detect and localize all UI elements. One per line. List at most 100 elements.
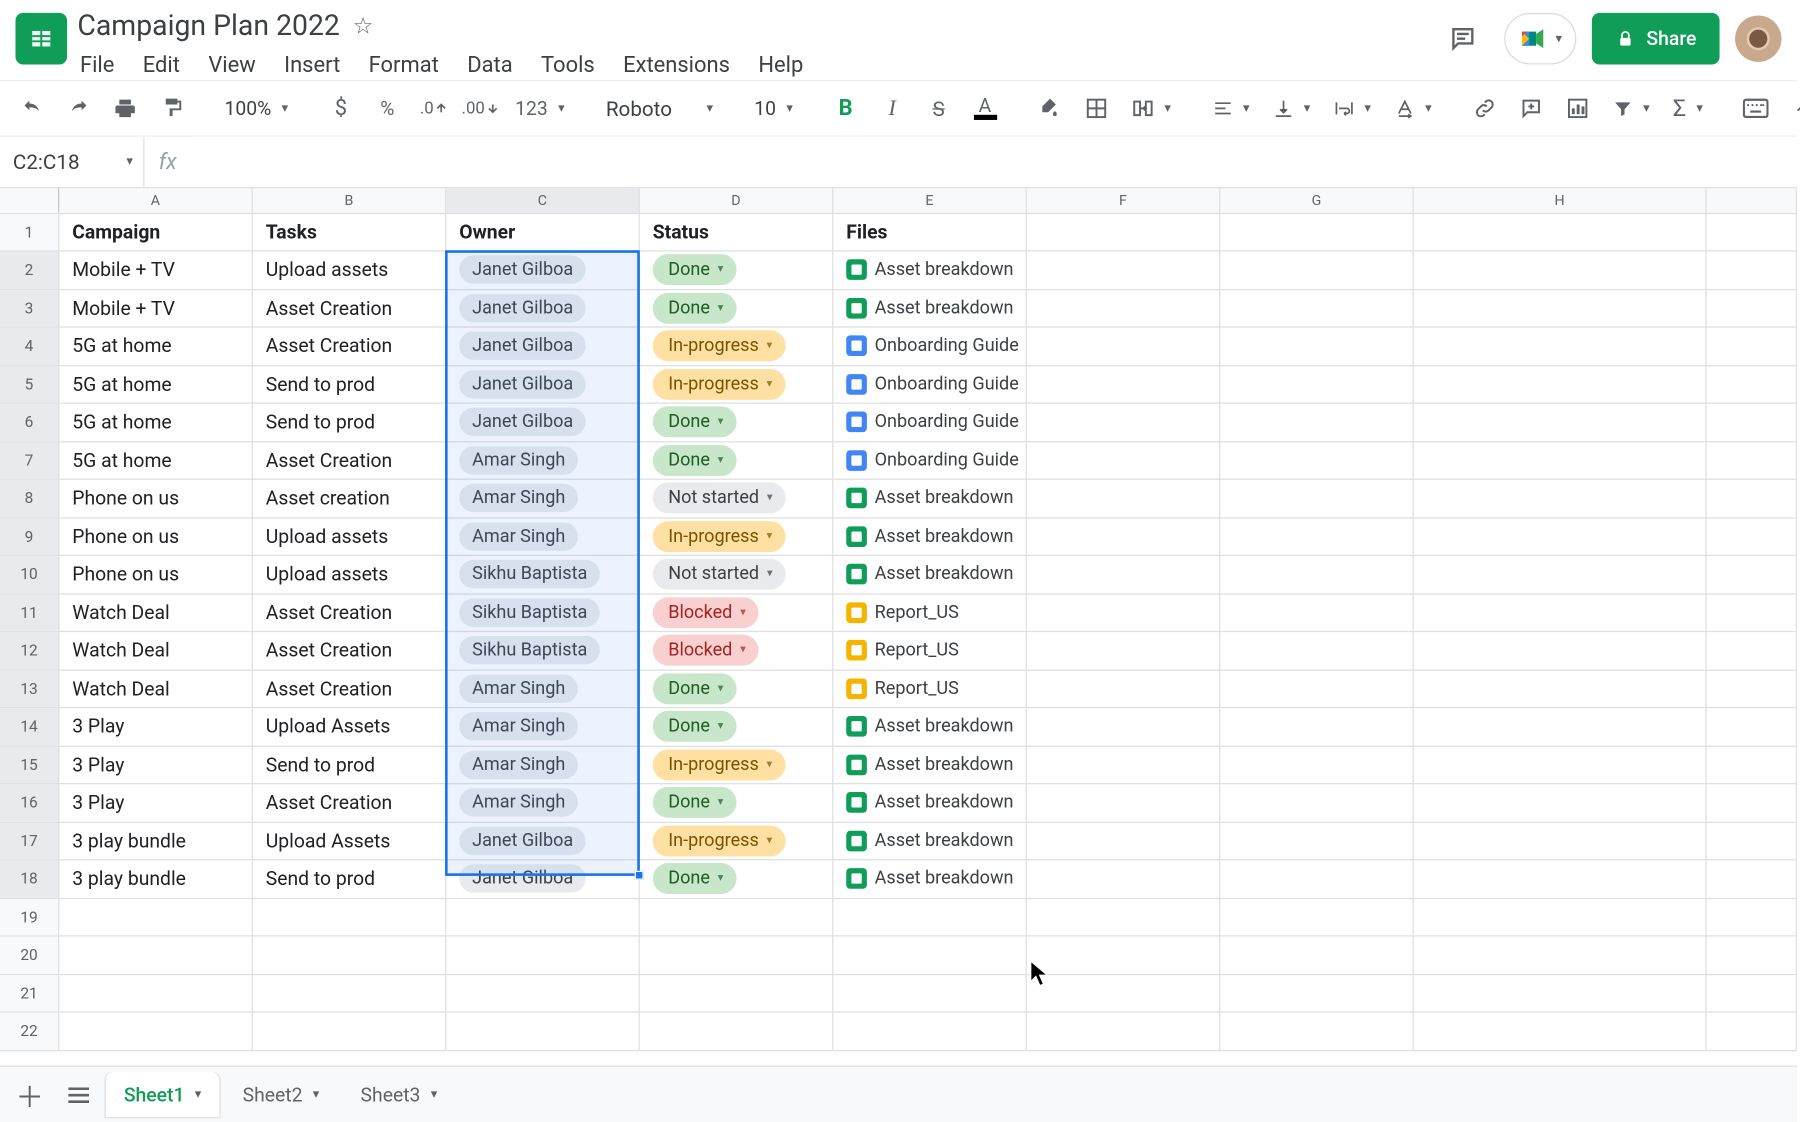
cell-empty[interactable]: [1220, 556, 1414, 593]
cell-campaign[interactable]: 3 Play: [59, 784, 253, 821]
cell-empty[interactable]: [1220, 937, 1414, 974]
format-number-dropdown[interactable]: 123▾: [505, 89, 575, 128]
cell-owner[interactable]: Amar Singh: [446, 518, 639, 555]
cell-owner[interactable]: Amar Singh: [446, 480, 639, 517]
cell-campaign[interactable]: 3 play bundle: [59, 860, 253, 897]
row-header[interactable]: 14: [0, 708, 59, 745]
cell-empty[interactable]: [446, 937, 639, 974]
cell-empty[interactable]: [1220, 898, 1414, 935]
cell-empty[interactable]: [1220, 290, 1414, 327]
header-cell[interactable]: [1027, 214, 1221, 250]
cell-empty[interactable]: [1707, 328, 1797, 365]
keyboard-button[interactable]: [1734, 89, 1778, 128]
status-chip[interactable]: Blocked▾: [653, 597, 759, 628]
cell-empty[interactable]: [1707, 442, 1797, 479]
cell-owner[interactable]: Amar Singh: [446, 708, 639, 745]
paint-format-button[interactable]: [150, 89, 194, 128]
cell-tasks[interactable]: Asset Creation: [253, 784, 447, 821]
cell-tasks[interactable]: Upload assets: [253, 252, 447, 289]
filter-button[interactable]: ▾: [1602, 89, 1660, 128]
col-header-C[interactable]: C: [446, 188, 639, 213]
cell-campaign[interactable]: Watch Deal: [59, 594, 253, 631]
cell-empty[interactable]: [1414, 442, 1707, 479]
cell-empty[interactable]: [1220, 404, 1414, 441]
cell-empty[interactable]: [253, 1013, 447, 1050]
status-chip[interactable]: In-progress▾: [653, 369, 786, 400]
cell-files[interactable]: Onboarding Guide: [833, 366, 1027, 403]
cell-empty[interactable]: [1220, 746, 1414, 783]
cell-empty[interactable]: [640, 898, 834, 935]
decrease-decimal-button[interactable]: .0: [412, 89, 456, 128]
cell-files[interactable]: Asset breakdown: [833, 518, 1027, 555]
cell-owner[interactable]: Janet Gilboa: [446, 822, 639, 859]
cell-empty[interactable]: [1027, 518, 1221, 555]
cell-empty[interactable]: [1414, 670, 1707, 707]
row-header[interactable]: 16: [0, 784, 59, 821]
cell-status[interactable]: Done▾: [640, 784, 834, 821]
header-cell[interactable]: Owner: [446, 214, 639, 250]
name-box[interactable]: C2:C18 ▾: [0, 137, 144, 187]
cell-empty[interactable]: [1027, 670, 1221, 707]
cell-campaign[interactable]: Phone on us: [59, 480, 253, 517]
cell-empty[interactable]: [1220, 860, 1414, 897]
cell-empty[interactable]: [1414, 594, 1707, 631]
percent-button[interactable]: %: [365, 89, 409, 128]
formula-input[interactable]: [191, 137, 1797, 187]
cell-empty[interactable]: [1707, 632, 1797, 669]
cell-empty[interactable]: [1027, 632, 1221, 669]
owner-chip[interactable]: Janet Gilboa: [459, 256, 586, 284]
cell-tasks[interactable]: Send to prod: [253, 746, 447, 783]
select-all-corner[interactable]: [0, 188, 59, 213]
cell-tasks[interactable]: Upload assets: [253, 518, 447, 555]
cell-status[interactable]: Done▾: [640, 290, 834, 327]
cell-empty[interactable]: [446, 898, 639, 935]
cell-empty[interactable]: [1220, 1013, 1414, 1050]
fill-color-button[interactable]: [1028, 89, 1072, 128]
cell-empty[interactable]: [1414, 975, 1707, 1012]
cell-empty[interactable]: [1707, 366, 1797, 403]
cell-empty[interactable]: [1220, 252, 1414, 289]
row-header[interactable]: 22: [0, 1013, 59, 1050]
cell-empty[interactable]: [1707, 404, 1797, 441]
cell-empty[interactable]: [1707, 746, 1797, 783]
menu-view[interactable]: View: [195, 48, 268, 84]
owner-chip[interactable]: Sikhu Baptista: [459, 598, 600, 626]
cell-owner[interactable]: Sikhu Baptista: [446, 632, 639, 669]
owner-chip[interactable]: Janet Gilboa: [459, 370, 586, 398]
cell-empty[interactable]: [253, 898, 447, 935]
row-header[interactable]: 6: [0, 404, 59, 441]
cell-empty[interactable]: [1414, 404, 1707, 441]
status-chip[interactable]: Not started▾: [653, 483, 786, 514]
owner-chip[interactable]: Amar Singh: [459, 789, 578, 817]
owner-chip[interactable]: Janet Gilboa: [459, 865, 586, 893]
strikethrough-button[interactable]: S: [917, 89, 961, 128]
owner-chip[interactable]: Amar Singh: [459, 750, 578, 778]
cell-files[interactable]: Onboarding Guide: [833, 328, 1027, 365]
font-size-dropdown[interactable]: 10▾: [744, 89, 803, 128]
row-header[interactable]: 17: [0, 822, 59, 859]
file-chip[interactable]: Asset breakdown: [846, 298, 1013, 319]
owner-chip[interactable]: Amar Singh: [459, 674, 578, 702]
cell-campaign[interactable]: Watch Deal: [59, 632, 253, 669]
cell-tasks[interactable]: Send to prod: [253, 366, 447, 403]
file-chip[interactable]: Onboarding Guide: [846, 450, 1019, 471]
col-header-B[interactable]: B: [253, 188, 447, 213]
cell-empty[interactable]: [640, 937, 834, 974]
status-chip[interactable]: In-progress▾: [653, 825, 786, 856]
cell-tasks[interactable]: Asset Creation: [253, 594, 447, 631]
cell-empty[interactable]: [1220, 670, 1414, 707]
file-chip[interactable]: Asset breakdown: [846, 868, 1013, 889]
cell-empty[interactable]: [1027, 328, 1221, 365]
cell-empty[interactable]: [833, 975, 1027, 1012]
cell-empty[interactable]: [1414, 822, 1707, 859]
menu-help[interactable]: Help: [745, 48, 816, 84]
row-header[interactable]: 2: [0, 252, 59, 289]
header-cell[interactable]: Tasks: [253, 214, 447, 250]
horizontal-align-button[interactable]: ▾: [1202, 89, 1260, 128]
cell-status[interactable]: Done▾: [640, 860, 834, 897]
cell-empty[interactable]: [1027, 746, 1221, 783]
file-chip[interactable]: Asset breakdown: [846, 564, 1013, 585]
sheet-tab-sheet1[interactable]: Sheet1▾: [106, 1071, 220, 1117]
borders-button[interactable]: [1074, 89, 1118, 128]
cell-status[interactable]: In-progress▾: [640, 518, 834, 555]
